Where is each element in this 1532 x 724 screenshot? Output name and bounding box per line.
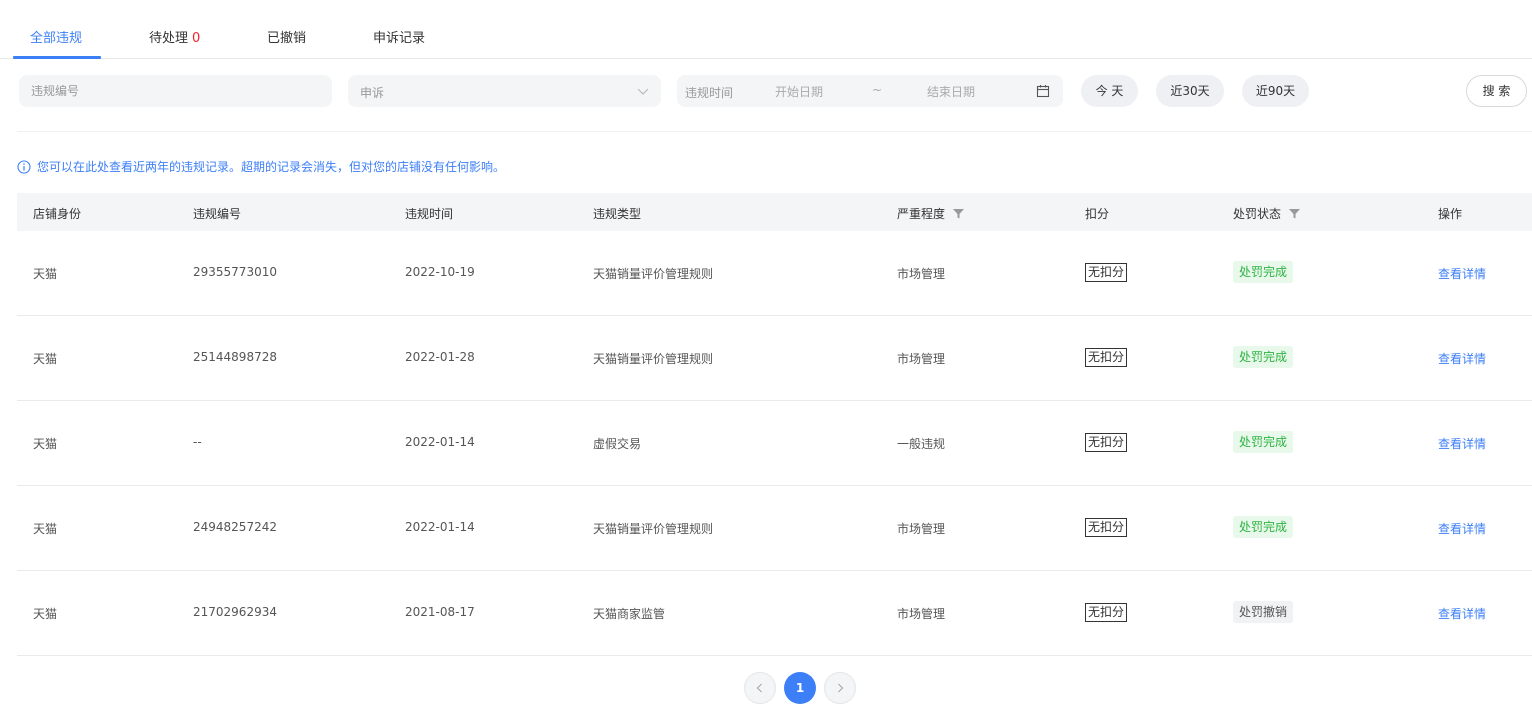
tab-pending-label: 待处理 — [149, 31, 189, 46]
tab-revoked[interactable]: 已撤销 — [267, 27, 306, 46]
violation-time-cell: 2022-01-28 — [405, 350, 475, 364]
violation-time-cell: 2022-10-19 — [405, 265, 475, 279]
active-tab-indicator — [13, 56, 101, 59]
violation-no-cell: 21702962934 — [193, 605, 277, 619]
header-severity: 严重程度 — [897, 205, 965, 222]
header-violation-no: 违规编号 — [193, 207, 242, 221]
header-action: 操作 — [1438, 207, 1463, 221]
tab-pending[interactable]: 待处理 0 — [149, 27, 200, 46]
pending-count-badge: 0 — [192, 31, 201, 46]
start-date-input[interactable]: 开始日期 — [775, 83, 823, 100]
status-badge: 处罚完成 — [1233, 516, 1294, 538]
info-icon — [17, 159, 31, 174]
violation-no-input[interactable] — [19, 75, 332, 107]
page-number-current[interactable]: 1 — [784, 672, 816, 704]
next-page-button[interactable] — [824, 672, 856, 704]
quick-30-days-button[interactable]: 近30天 — [1156, 75, 1224, 107]
quick-today-button[interactable]: 今 天 — [1081, 75, 1138, 107]
date-separator: ~ — [872, 83, 883, 97]
prev-page-button[interactable] — [744, 672, 776, 704]
header-deduction: 扣分 — [1085, 207, 1110, 221]
table-row: 天猫 21702962934 2021-08-17 天猫商家监管 市场管理 无扣… — [17, 571, 1532, 656]
quick-90-days-button[interactable]: 近90天 — [1242, 75, 1309, 107]
table-row: 天猫 29355773010 2022-10-19 天猫销量评价管理规则 市场管… — [17, 231, 1532, 316]
severity-cell: 市场管理 — [897, 522, 946, 536]
tab-appeal-records[interactable]: 申诉记录 — [373, 27, 425, 46]
deduction-tag: 无扣分 — [1085, 348, 1128, 367]
violation-no-cell: 24948257242 — [193, 520, 277, 534]
search-button[interactable]: 搜 索 — [1466, 75, 1527, 107]
header-shop-identity: 店铺身份 — [33, 207, 82, 221]
table-header: 店铺身份 违规编号 违规时间 违规类型 严重程度 扣分 处罚状态 操作 — [17, 193, 1532, 231]
violation-type-cell: 天猫销量评价管理规则 — [593, 352, 714, 366]
violation-no-cell: 29355773010 — [193, 265, 277, 279]
date-range-label: 违规时间 — [685, 86, 734, 100]
violation-time-cell: 2022-01-14 — [405, 435, 475, 449]
chevron-down-icon — [637, 88, 649, 95]
deduction-tag: 无扣分 — [1085, 433, 1128, 452]
view-details-link[interactable]: 查看详情 — [1438, 350, 1486, 367]
filter-icon[interactable] — [953, 208, 965, 219]
appeal-select[interactable]: 申诉 — [348, 75, 661, 107]
view-details-link[interactable]: 查看详情 — [1438, 605, 1486, 622]
end-date-input[interactable]: 结束日期 — [927, 83, 975, 100]
shop-identity-cell: 天猫 — [33, 607, 58, 621]
view-details-link[interactable]: 查看详情 — [1438, 265, 1486, 282]
header-severity-label: 严重程度 — [897, 207, 946, 221]
shop-identity-cell: 天猫 — [33, 522, 58, 536]
shop-identity-cell: 天猫 — [33, 352, 58, 366]
table-row: 天猫 -- 2022-01-14 虚假交易 一般违规 无扣分 处罚完成 查看详情 — [17, 401, 1532, 486]
header-violation-time: 违规时间 — [405, 207, 454, 221]
violation-no-field — [19, 75, 332, 107]
deduction-tag: 无扣分 — [1085, 518, 1128, 537]
status-badge: 处罚完成 — [1233, 346, 1294, 368]
shop-identity-cell: 天猫 — [33, 437, 58, 451]
violation-time-cell: 2021-08-17 — [405, 605, 475, 619]
violation-type-cell: 天猫销量评价管理规则 — [593, 267, 714, 281]
deduction-tag: 无扣分 — [1085, 263, 1128, 282]
appeal-select-value: 申诉 — [360, 86, 385, 100]
shop-identity-cell: 天猫 — [33, 267, 58, 281]
calendar-icon[interactable] — [1036, 84, 1050, 98]
header-penalty-status-label: 处罚状态 — [1233, 207, 1282, 221]
header-penalty-status: 处罚状态 — [1233, 205, 1301, 222]
violation-type-cell: 天猫商家监管 — [593, 607, 666, 621]
status-badge: 处罚完成 — [1233, 261, 1294, 283]
filter-icon[interactable] — [1289, 208, 1301, 219]
violation-type-cell: 天猫销量评价管理规则 — [593, 522, 714, 536]
status-badge: 处罚完成 — [1233, 431, 1294, 453]
table-row: 天猫 24948257242 2022-01-14 天猫销量评价管理规则 市场管… — [17, 486, 1532, 571]
notice-text: 您可以在此处查看近两年的违规记录。超期的记录会消失，但对您的店铺没有任何影响。 — [37, 160, 506, 174]
view-details-link[interactable]: 查看详情 — [1438, 435, 1486, 452]
filter-divider — [17, 131, 1532, 132]
violation-no-cell: -- — [193, 435, 202, 449]
chevron-left-icon — [756, 683, 762, 693]
severity-cell: 市场管理 — [897, 607, 946, 621]
deduction-tag: 无扣分 — [1085, 603, 1128, 622]
info-notice: 您可以在此处查看近两年的违规记录。超期的记录会消失，但对您的店铺没有任何影响。 — [17, 158, 505, 175]
severity-cell: 市场管理 — [897, 267, 946, 281]
severity-cell: 一般违规 — [897, 437, 946, 451]
violation-date-range[interactable]: 违规时间 开始日期 ~ 结束日期 — [677, 75, 1063, 107]
violation-no-cell: 25144898728 — [193, 350, 277, 364]
header-violation-type: 违规类型 — [593, 207, 642, 221]
tab-bar: 全部违规 待处理 0 已撤销 申诉记录 — [0, 0, 1532, 59]
status-badge: 处罚撤销 — [1233, 601, 1294, 623]
chevron-right-icon — [838, 683, 844, 693]
violation-time-cell: 2022-01-14 — [405, 520, 475, 534]
violation-type-cell: 虚假交易 — [593, 437, 642, 451]
view-details-link[interactable]: 查看详情 — [1438, 520, 1486, 537]
table-row: 天猫 25144898728 2022-01-28 天猫销量评价管理规则 市场管… — [17, 316, 1532, 401]
tab-all-violations[interactable]: 全部违规 — [30, 27, 82, 46]
severity-cell: 市场管理 — [897, 352, 946, 366]
